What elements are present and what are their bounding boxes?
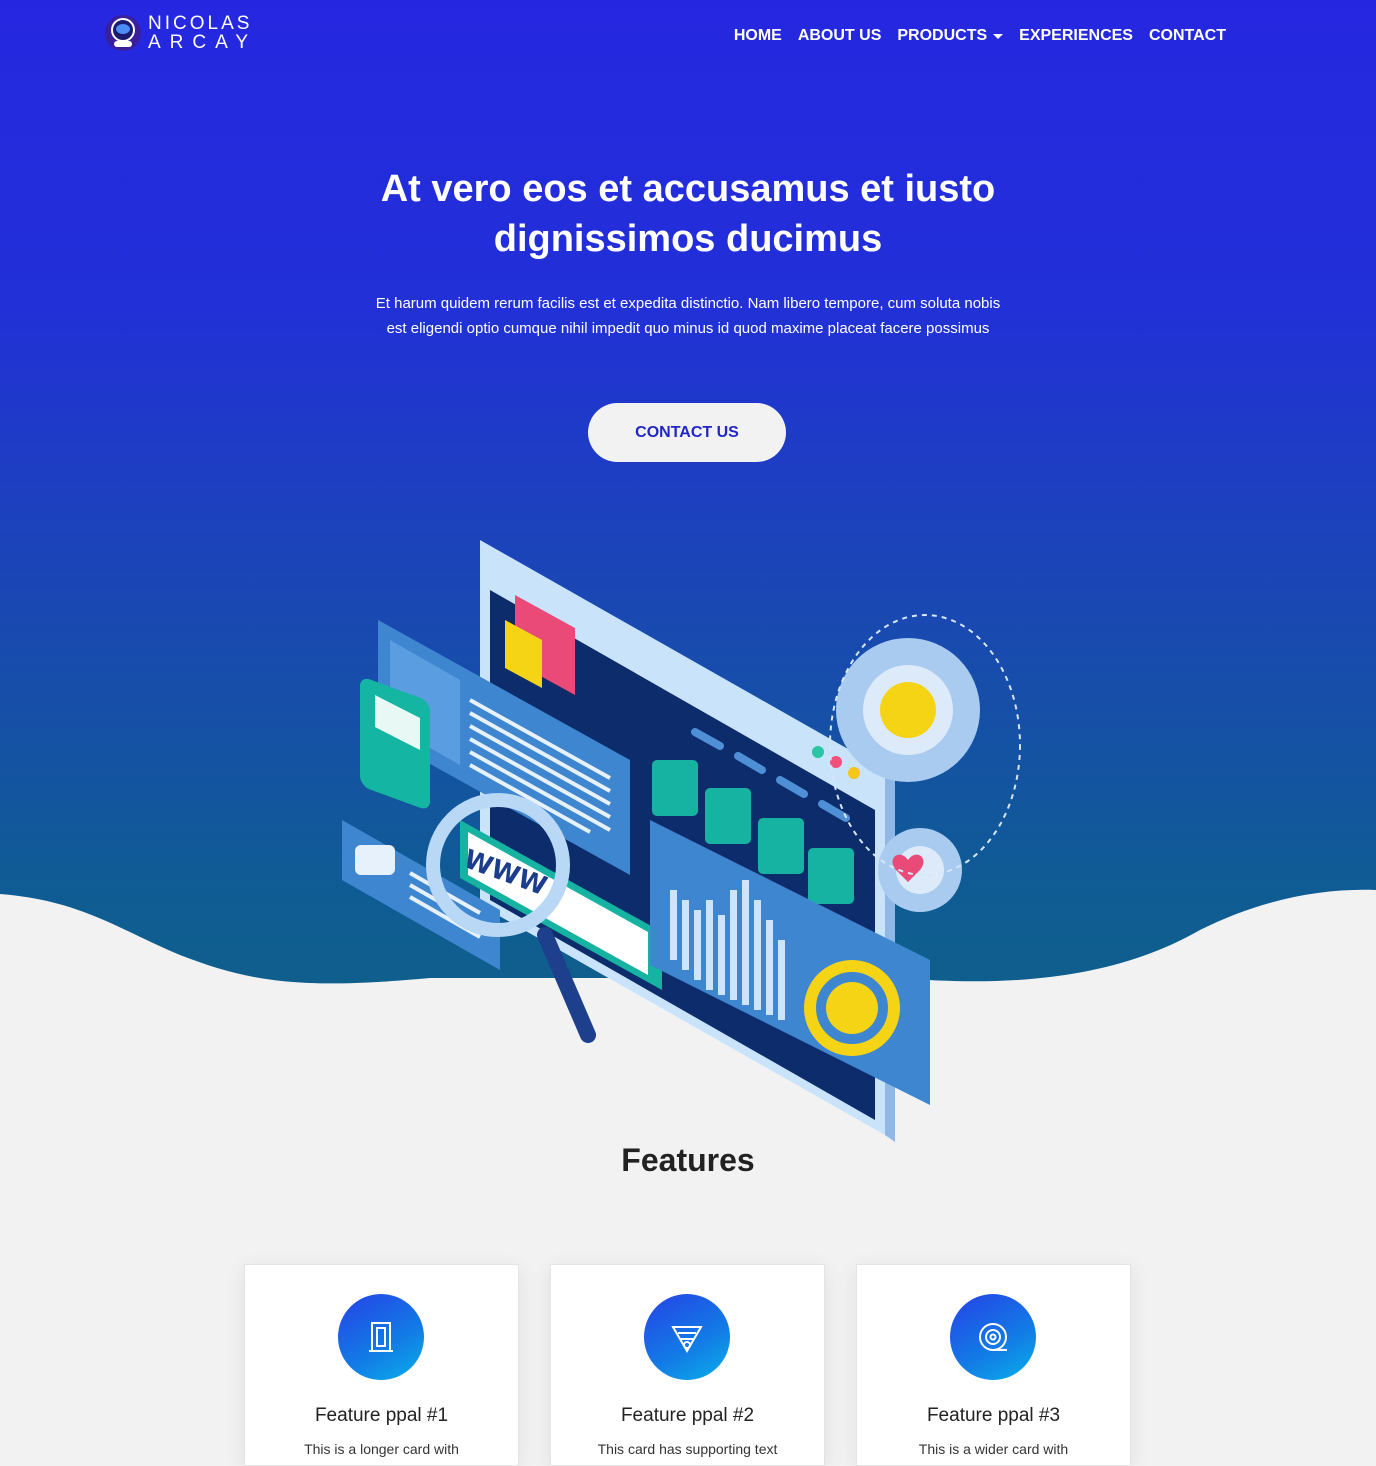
feature-card-title: Feature ppal #2 <box>620 1405 755 1426</box>
chevron-down-icon <box>993 33 1004 39</box>
main-nav: HOME ABOUT US PRODUCTS EXPERIENCES CONTA… <box>734 27 1226 45</box>
fan-icon <box>671 1326 703 1353</box>
hero-subtitle: Et harum quidem rerum facilis est et exp… <box>375 295 1001 337</box>
astronaut-logo-icon <box>105 15 141 51</box>
feature-card-1: Feature ppal #1 This is a longer card wi… <box>244 1264 519 1466</box>
feature-icon-circle <box>950 1294 1036 1380</box>
nav-products-label: PRODUCTS <box>897 27 988 44</box>
brand-logo-link[interactable]: NICOLAS ARCAY <box>104 14 257 52</box>
features-title: Features <box>621 1142 755 1178</box>
isometric-dashboard-illustration: WWW <box>342 540 1021 1142</box>
tape-icon <box>979 1323 1007 1351</box>
feature-card-text: This card has supporting text <box>597 1441 778 1457</box>
feature-card-text: This is a wider card with <box>918 1441 1069 1457</box>
feature-card-3: Feature ppal #3 This is a wider card wit… <box>856 1264 1131 1466</box>
feature-card-text: This is a longer card with <box>304 1441 459 1457</box>
nav-contact[interactable]: CONTACT <box>1149 27 1226 45</box>
contact-us-button[interactable]: CONTACT US <box>588 403 786 462</box>
brand-line-2: ARCAY <box>148 32 258 53</box>
nav-about-us[interactable]: ABOUT US <box>798 27 882 45</box>
brand-line-1: NICOLAS <box>148 13 253 34</box>
nav-experiences[interactable]: EXPERIENCES <box>1019 27 1133 45</box>
brand-name: NICOLAS ARCAY <box>148 14 257 52</box>
door-icon <box>369 1322 393 1352</box>
nav-products-dropdown[interactable]: PRODUCTS <box>897 27 1004 45</box>
feature-card-title: Feature ppal #3 <box>926 1405 1061 1426</box>
nav-home[interactable]: HOME <box>734 27 782 45</box>
feature-card-title: Feature ppal #1 <box>314 1405 449 1426</box>
feature-card-2: Feature ppal #2 This card has supporting… <box>550 1264 825 1466</box>
feature-icon-circle <box>644 1294 730 1380</box>
hero-title: At vero eos et accusamus et iusto dignis… <box>380 168 996 260</box>
feature-icon-circle <box>338 1294 424 1380</box>
